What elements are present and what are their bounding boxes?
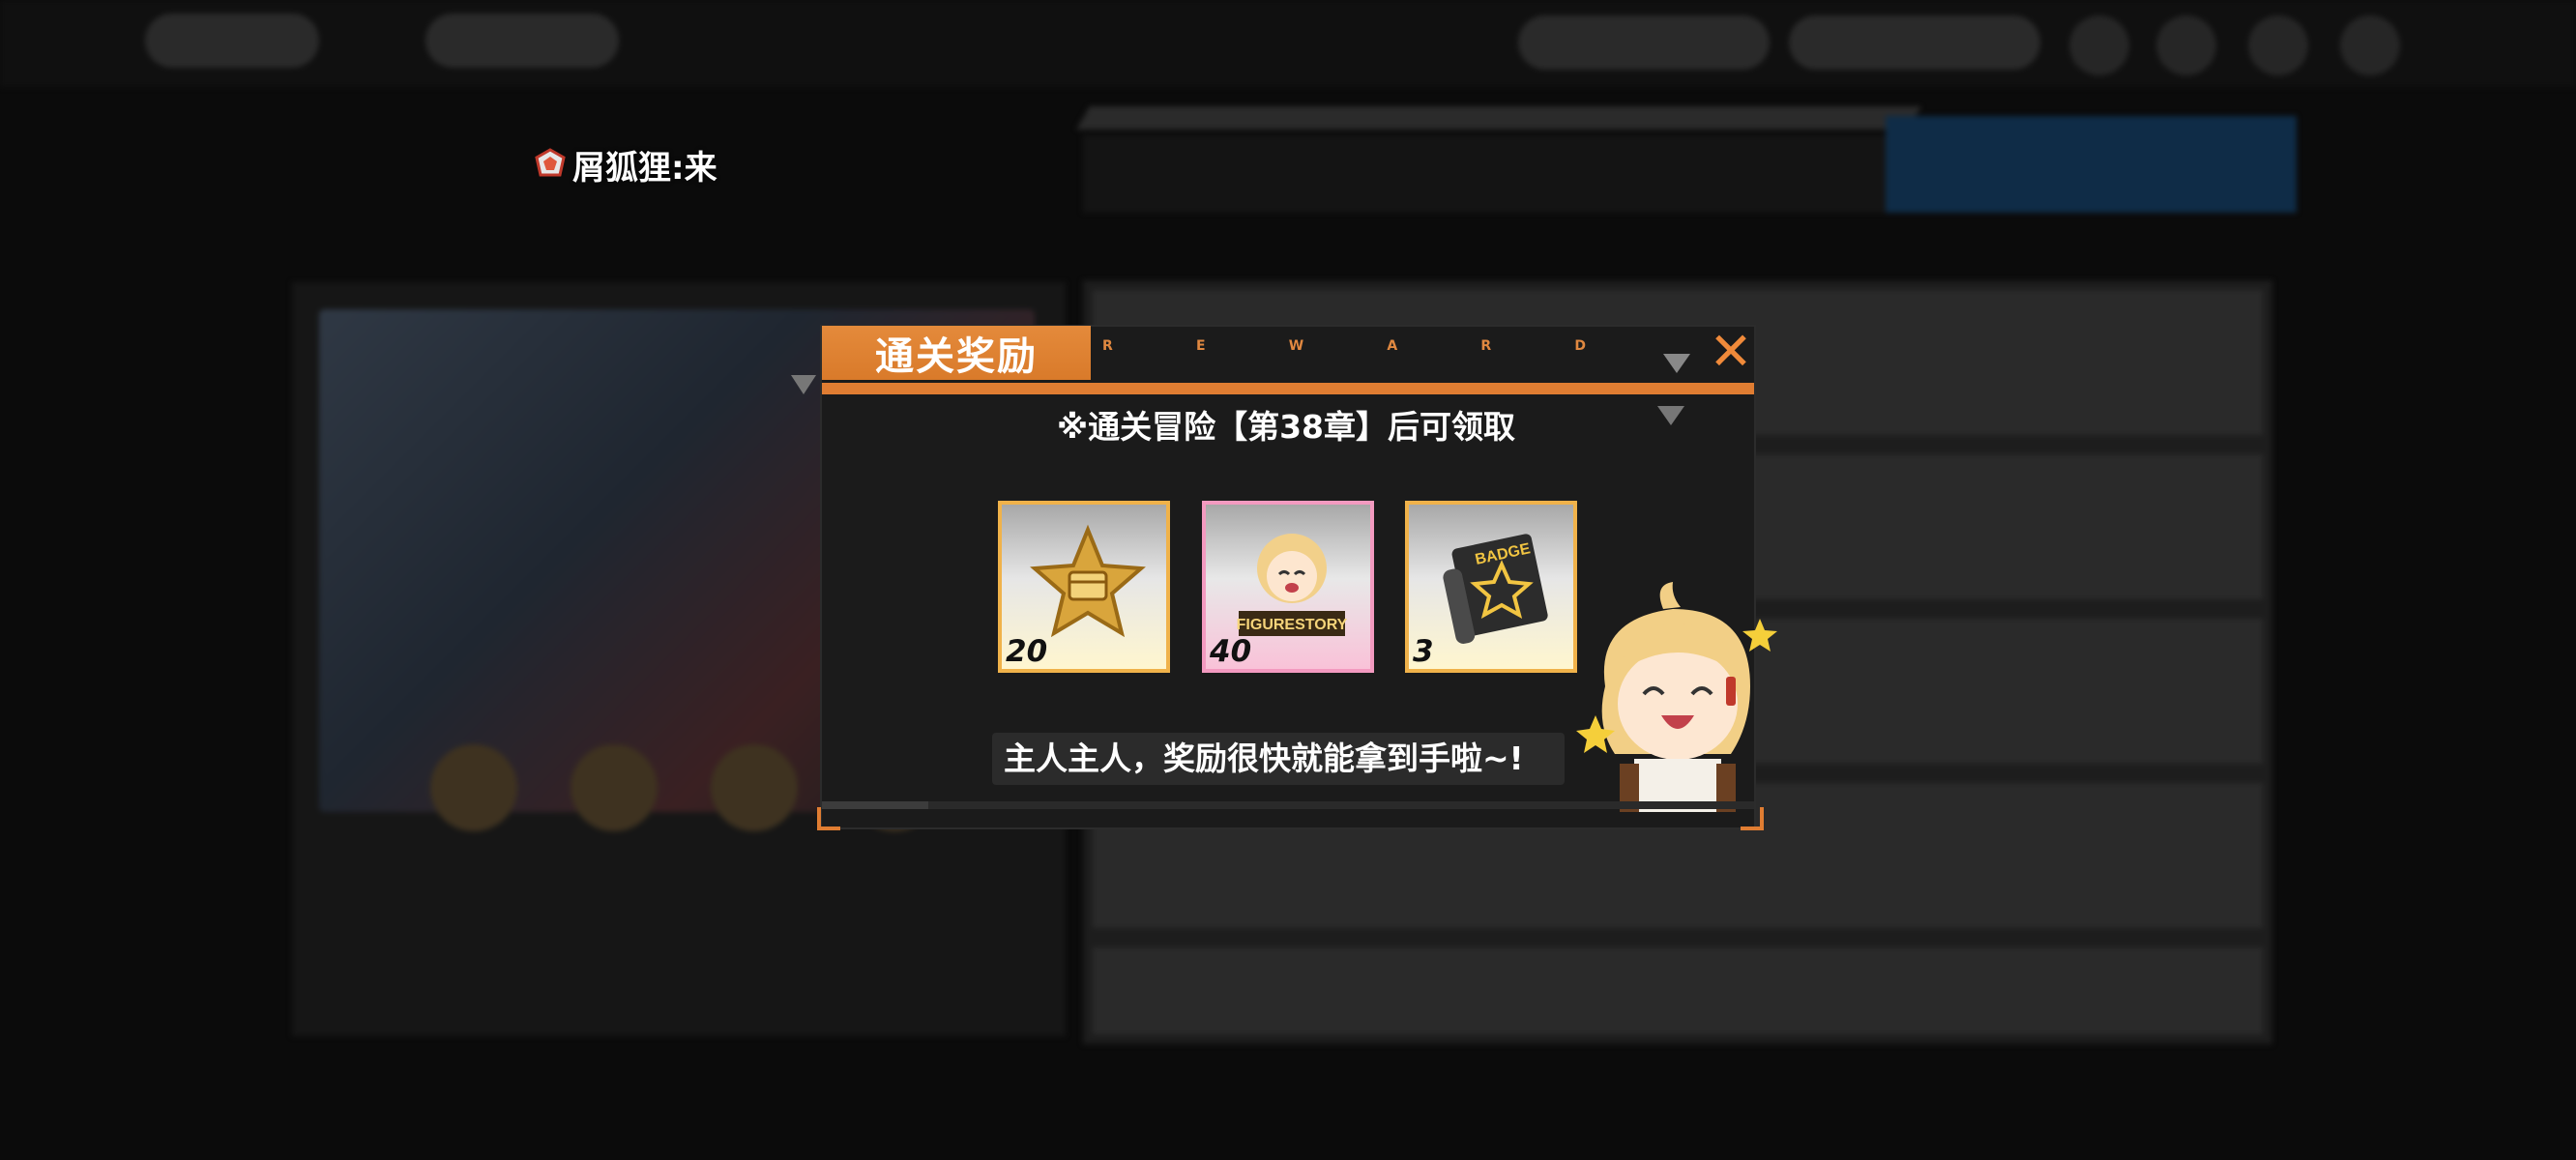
figurestory-character-icon: FIGURESTORY	[1237, 534, 1348, 636]
dialog-header-bar	[822, 383, 1754, 394]
dialog-title: 通关奖励	[822, 326, 1091, 380]
corner-bracket	[817, 807, 840, 830]
gift-icon[interactable]	[2248, 15, 2308, 75]
reward-item[interactable]: BADGE 3	[1405, 501, 1577, 673]
currency-gem	[1789, 15, 2040, 70]
menu-icon[interactable]	[2069, 15, 2129, 75]
figurestory-logo-text: FIGURESTORY	[1237, 617, 1348, 633]
menu-tab[interactable]	[425, 14, 619, 68]
reward-count: 40	[1210, 634, 1252, 669]
reward-item[interactable]: FIGURESTORY 40	[1202, 501, 1374, 673]
list-item[interactable]	[1093, 947, 2263, 1034]
corner-bracket	[1741, 807, 1764, 830]
mail-icon[interactable]	[2156, 15, 2216, 75]
tab-active[interactable]	[1886, 116, 2297, 213]
unlock-notice: ※通关冒险【第38章】后可领取	[1056, 408, 1515, 446]
reward-letter: A	[1387, 338, 1398, 354]
dialog-scrollbar[interactable]	[822, 801, 1754, 809]
reward-count: 20	[1006, 634, 1048, 669]
reward-orb	[430, 744, 517, 831]
close-button[interactable]: ✕	[1708, 326, 1754, 378]
decor-triangle-icon	[1657, 406, 1684, 425]
reward-letter: W	[1288, 338, 1304, 354]
reward-letter: D	[1574, 338, 1586, 354]
decor-strip	[1076, 106, 1921, 130]
reward-letter-strip: R E W A R D	[1102, 338, 1586, 367]
reward-count: 3	[1413, 634, 1434, 669]
decor-triangle-icon	[791, 375, 816, 394]
player-name: 屑狐狸:来	[572, 148, 717, 188]
reward-orb	[711, 744, 798, 831]
decor-triangle-icon	[1663, 354, 1690, 373]
mascot-character-icon	[1576, 582, 1777, 812]
rank-badge-icon	[535, 148, 566, 177]
reward-letter: R	[1480, 338, 1492, 354]
reward-letter: E	[1195, 338, 1206, 354]
back-button[interactable]	[145, 14, 319, 68]
reward-orb	[571, 744, 658, 831]
badge-scroll-icon: BADGE	[1443, 534, 1548, 644]
reward-letter: R	[1102, 338, 1113, 354]
settings-icon[interactable]	[2340, 15, 2400, 75]
currency-gold	[1518, 15, 1770, 70]
reward-item[interactable]: 20	[998, 501, 1170, 673]
star-chest-token-icon	[1030, 524, 1146, 638]
player-name-label: 屑狐狸:来	[534, 143, 717, 188]
mascot-speech-bubble: 主人主人，奖励很快就能拿到手啦~!	[992, 733, 1565, 785]
